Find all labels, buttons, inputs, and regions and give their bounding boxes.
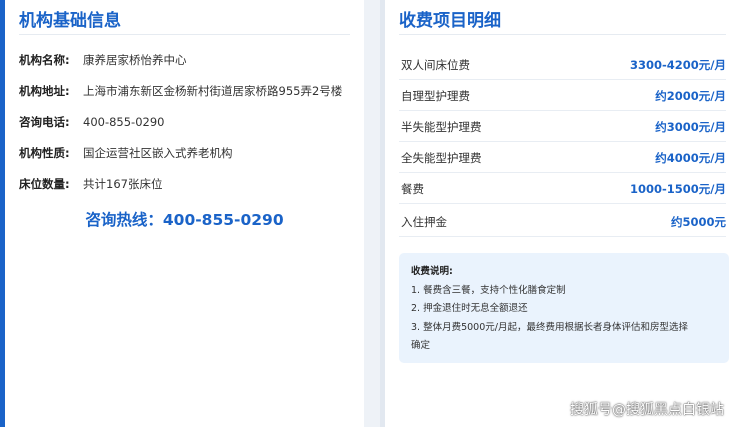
fee-row: 全失能型护理费 约4000元/月 xyxy=(399,141,726,173)
fee-note-line: 1. 餐费含三餐，支持个性化膳食定制 xyxy=(411,284,566,296)
fee-note-line: 2. 押金退住时无息全额退还 xyxy=(411,303,528,314)
watermark: 搜狐号@搜狐黑点白银站 xyxy=(570,402,724,418)
fee-note-line: 确定 xyxy=(411,340,431,351)
institution-info-card: 机构基础信息 机构名称: 康养居家桥怡养中心 机构地址: 上海市浦东新区金杨新村街道… xyxy=(0,0,364,427)
info-row-phone: 咨询电话: 400-855-0290 xyxy=(19,114,164,130)
fee-name: 半失能型护理费 xyxy=(401,120,482,134)
info-row-name: 机构名称: 康养居家桥怡养中心 xyxy=(19,52,187,68)
info-row-type: 机构性质: 国企运营社区嵌入式养老机构 xyxy=(19,145,233,161)
fee-price: 约2000元/月 xyxy=(655,89,726,103)
fee-note-line: 3. 整体月费5000元/月起，最终费用根据长者身体评估和房型选择 xyxy=(411,321,688,333)
institution-info-title: 机构基础信息 xyxy=(19,11,121,31)
info-label: 机构地址: xyxy=(19,84,70,98)
info-row-address: 机构地址: 上海市浦东新区金杨新村街道居家桥路955弄2号楼 xyxy=(19,83,342,99)
info-value: 康养居家桥怡养中心 xyxy=(83,53,187,67)
fee-row: 半失能型护理费 约3000元/月 xyxy=(399,110,726,142)
title-divider xyxy=(399,34,726,35)
fee-price: 约4000元/月 xyxy=(655,151,726,165)
info-label: 机构名称: xyxy=(19,53,70,67)
fee-name: 餐费 xyxy=(401,182,424,196)
fee-row: 自理型护理费 约2000元/月 xyxy=(399,79,726,111)
info-value: 上海市浦东新区金杨新村街道居家桥路955弄2号楼 xyxy=(83,84,343,98)
info-value: 共计167张床位 xyxy=(83,177,163,191)
fee-name: 入住押金 xyxy=(401,215,447,229)
hotline-text: 咨询热线：400-855-0290 xyxy=(85,211,284,229)
fee-row: 入住押金 约5000元 xyxy=(399,205,726,237)
fee-price: 约5000元 xyxy=(670,215,726,229)
info-value: 400-855-0290 xyxy=(83,115,165,129)
fee-note-box: 收费说明: 1. 餐费含三餐，支持个性化膳食定制 2. 押金退住时无息全额退还 … xyxy=(399,253,729,363)
fee-price: 3300-4200元/月 xyxy=(630,58,726,72)
info-label: 机构性质: xyxy=(19,146,70,160)
fee-details-card: 收费项目明细 双人间床位费 3300-4200元/月 自理型护理费 约2000元… xyxy=(380,0,740,427)
info-label: 咨询电话: xyxy=(19,115,70,129)
info-label: 床位数量: xyxy=(19,177,70,191)
info-row-beds: 床位数量: 共计167张床位 xyxy=(19,176,162,192)
fee-note-title: 收费说明: xyxy=(411,266,453,277)
fee-details-title: 收费项目明细 xyxy=(399,11,501,31)
info-value: 国企运营社区嵌入式养老机构 xyxy=(83,146,233,160)
fee-price: 约3000元/月 xyxy=(655,120,726,134)
fee-row: 双人间床位费 3300-4200元/月 xyxy=(399,48,726,80)
fee-name: 全失能型护理费 xyxy=(401,151,482,165)
fee-price: 1000-1500元/月 xyxy=(630,182,726,196)
fee-name: 双人间床位费 xyxy=(401,58,470,72)
fee-name: 自理型护理费 xyxy=(401,89,470,103)
title-divider xyxy=(19,34,350,35)
fee-row: 餐费 1000-1500元/月 xyxy=(399,172,726,204)
